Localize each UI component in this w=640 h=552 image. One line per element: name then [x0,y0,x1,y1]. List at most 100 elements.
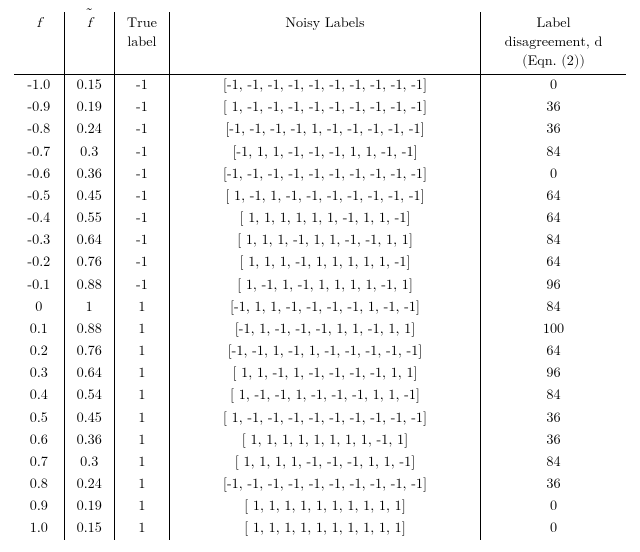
cell-d: 36 [481,429,627,451]
cell-f: 0.3 [14,363,64,385]
cell-true: -1 [114,141,169,163]
table-body: -1.00.15-1[-1, -1, -1, -1, -1, -1, -1, -… [14,74,626,540]
cell-true: -1 [114,74,169,97]
table-row: -1.00.15-1[-1, -1, -1, -1, -1, -1, -1, -… [14,74,626,97]
cell-f: -0.1 [14,274,64,296]
table-row: 0.70.31[ 1, 1, 1, 1, -1, -1, -1, 1, 1, -… [14,451,626,473]
cell-ftilde: 0.64 [64,230,114,252]
cell-true: 1 [114,341,169,363]
cell-noisy: [ 1, -1, 1, -1, 1, 1, 1, 1, -1, 1] [169,274,480,296]
table-row: 0.90.191[ 1, 1, 1, 1, 1, 1, 1, 1, 1, 1]0 [14,496,626,518]
cell-d: 64 [481,252,627,274]
table-row: -0.20.76-1[ 1, 1, 1, -1, 1, 1, 1, 1, 1, … [14,252,626,274]
cell-noisy: [-1, -1, -1, -1, 1, -1, -1, -1, -1, -1] [169,119,480,141]
cell-noisy: [-1, 1, 1, -1, -1, -1, -1, 1, -1, -1] [169,296,480,318]
cell-ftilde: 0.64 [64,363,114,385]
cell-ftilde: 0.36 [64,429,114,451]
cell-f: -0.7 [14,141,64,163]
table-row: -0.90.19-1[ 1, -1, -1, -1, -1, -1, -1, -… [14,97,626,119]
cell-ftilde: 1 [64,296,114,318]
cell-d: 84 [481,141,627,163]
table-header: ffTruelabelNoisy LabelsLabeldisagreement… [14,12,626,74]
cell-ftilde: 0.3 [64,451,114,473]
cell-ftilde: 0.19 [64,97,114,119]
cell-true: -1 [114,274,169,296]
cell-f: 0.6 [14,429,64,451]
cell-true: 1 [114,429,169,451]
cell-f: -0.6 [14,163,64,185]
cell-ftilde: 0.45 [64,407,114,429]
table-row: 0.10.881[-1, 1, -1, -1, -1, 1, 1, -1, 1,… [14,318,626,340]
col-header-noisy: Noisy Labels [169,12,480,74]
cell-ftilde: 0.15 [64,518,114,540]
cell-noisy: [ 1, 1, 1, 1, 1, 1, -1, 1, 1, -1] [169,208,480,230]
cell-d: 36 [481,474,627,496]
cell-ftilde: 0.24 [64,474,114,496]
col-header-text: f [37,14,41,33]
cell-d: 84 [481,451,627,473]
table-row: -0.30.64-1[ 1, 1, 1, -1, 1, 1, -1, -1, 1… [14,230,626,252]
cell-noisy: [ 1, -1, -1, -1, -1, -1, -1, -1, -1, -1] [169,407,480,429]
table-row: 1.00.151[ 1, 1, 1, 1, 1, 1, 1, 1, 1, 1]0 [14,518,626,540]
cell-f: 0.8 [14,474,64,496]
cell-ftilde: 0.45 [64,185,114,207]
cell-d: 0 [481,163,627,185]
cell-f: 1.0 [14,518,64,540]
cell-f: -1.0 [14,74,64,97]
cell-true: -1 [114,119,169,141]
cell-d: 0 [481,74,627,97]
cell-noisy: [ 1, 1, 1, -1, 1, 1, 1, 1, 1, -1] [169,252,480,274]
cell-ftilde: 0.15 [64,74,114,97]
cell-true: 1 [114,451,169,473]
cell-ftilde: 0.88 [64,274,114,296]
cell-d: 84 [481,296,627,318]
cell-f: -0.3 [14,230,64,252]
table-row: 0.30.641[ 1, 1, -1, 1, -1, -1, -1, -1, 1… [14,363,626,385]
cell-f: 0.2 [14,341,64,363]
cell-d: 36 [481,407,627,429]
cell-noisy: [ 1, -1, -1, -1, -1, -1, -1, -1, -1, -1] [169,97,480,119]
cell-f: -0.9 [14,97,64,119]
cell-noisy: [ 1, 1, 1, 1, 1, 1, 1, 1, 1, 1] [169,496,480,518]
table-row: -0.50.45-1[ 1, -1, 1, -1, -1, -1, -1, -1… [14,185,626,207]
cell-d: 64 [481,208,627,230]
table-row: -0.70.3-1[-1, 1, 1, -1, -1, -1, 1, 1, -1… [14,141,626,163]
cell-f: -0.4 [14,208,64,230]
cell-d: 36 [481,97,627,119]
cell-d: 96 [481,363,627,385]
cell-ftilde: 0.88 [64,318,114,340]
cell-ftilde: 0.76 [64,341,114,363]
table-row: -0.60.36-1[-1, -1, -1, -1, -1, -1, -1, -… [14,163,626,185]
cell-noisy: [-1, -1, -1, -1, -1, -1, -1, -1, -1, -1] [169,474,480,496]
cell-true: 1 [114,474,169,496]
cell-true: 1 [114,363,169,385]
cell-noisy: [ 1, -1, -1, 1, -1, -1, -1, 1, 1, -1] [169,385,480,407]
cell-f: -0.2 [14,252,64,274]
cell-f: 0.7 [14,451,64,473]
col-header-text: True [127,14,157,33]
cell-f: -0.5 [14,185,64,207]
cell-f: -0.8 [14,119,64,141]
cell-ftilde: 0.36 [64,163,114,185]
cell-noisy: [-1, -1, -1, -1, -1, -1, -1, -1, -1, -1] [169,163,480,185]
cell-true: -1 [114,252,169,274]
table-row: 0.80.241[-1, -1, -1, -1, -1, -1, -1, -1,… [14,474,626,496]
col-header-text: (Eqn. (2)) [522,52,585,71]
table-row: -0.40.55-1[ 1, 1, 1, 1, 1, 1, -1, 1, 1, … [14,208,626,230]
cell-true: 1 [114,518,169,540]
col-header-f: f [14,12,64,74]
cell-noisy: [ 1, 1, 1, 1, 1, 1, 1, 1, 1, 1] [169,518,480,540]
table-row: -0.10.88-1[ 1, -1, 1, -1, 1, 1, 1, 1, -1… [14,274,626,296]
cell-true: -1 [114,208,169,230]
cell-d: 0 [481,518,627,540]
cell-true: -1 [114,163,169,185]
col-header-true: Truelabel [114,12,169,74]
table-row: 0.60.361[ 1, 1, 1, 1, 1, 1, 1, 1, -1, 1]… [14,429,626,451]
cell-noisy: [-1, -1, -1, -1, -1, -1, -1, -1, -1, -1] [169,74,480,97]
col-header-text: Label [536,14,570,33]
cell-true: 1 [114,318,169,340]
cell-noisy: [-1, 1, -1, -1, -1, 1, 1, -1, 1, 1] [169,318,480,340]
cell-d: 64 [481,341,627,363]
cell-true: -1 [114,97,169,119]
cell-f: 0.9 [14,496,64,518]
